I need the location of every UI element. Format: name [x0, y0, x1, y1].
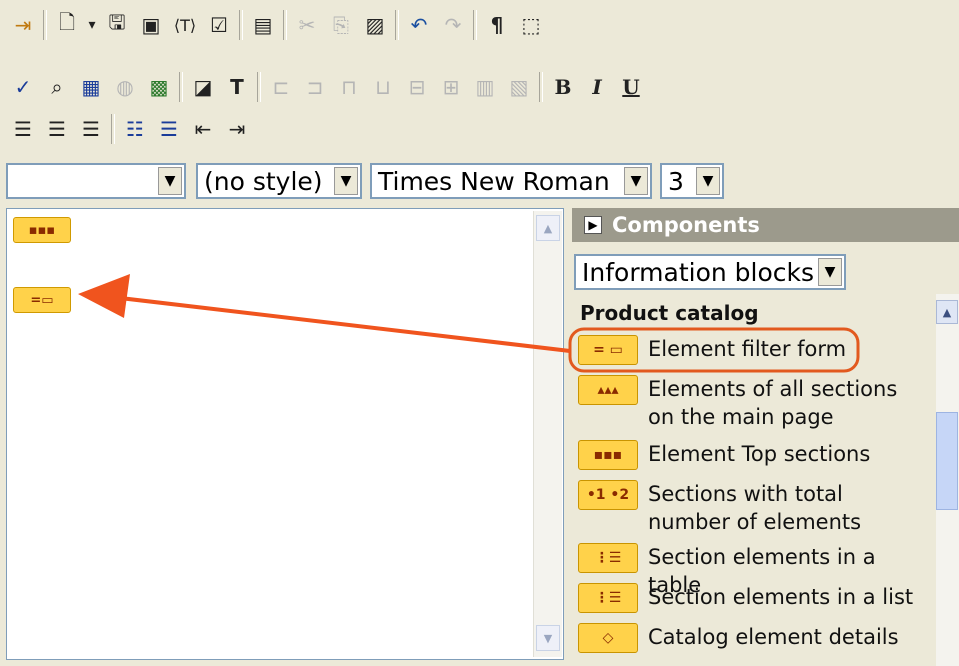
outdent-icon[interactable]: ⇤: [186, 112, 220, 146]
expand-icon[interactable]: ▶: [584, 216, 602, 234]
image-icon[interactable]: ▩: [142, 70, 176, 104]
group-title: Product catalog: [580, 301, 759, 325]
list-item-label: Catalog element details: [648, 625, 899, 649]
style-value: (no style): [204, 166, 323, 196]
toolbar-row-3: ☰ ☰ ☰ ☷ ☰ ⇤ ⇥: [6, 112, 254, 146]
diamond-icon: ◇: [578, 623, 638, 653]
indent-icon[interactable]: ⇥: [220, 112, 254, 146]
list-item-label: Section elements in a list: [648, 585, 914, 609]
list-item-label: Sections with total number of elements: [648, 482, 862, 534]
font-select[interactable]: Times New Roman ▼: [370, 163, 652, 199]
separator: [473, 10, 477, 40]
cut-icon[interactable]: ✂: [290, 8, 324, 42]
separator: [395, 10, 399, 40]
new-doc-icon[interactable]: 🗋: [50, 8, 84, 42]
align-right-icon[interactable]: ☰: [74, 112, 108, 146]
undo-icon[interactable]: ↶: [402, 8, 436, 42]
paragraph-icon[interactable]: ¶: [480, 8, 514, 42]
underline-button[interactable]: U: [614, 70, 648, 104]
components-scrollbar[interactable]: ▲: [936, 294, 959, 666]
italic-button[interactable]: I: [580, 70, 614, 104]
separator: [257, 72, 261, 102]
chevron-down-icon[interactable]: ▼: [158, 167, 182, 195]
list-item-label: Element filter form: [648, 337, 847, 361]
merge-cells-icon[interactable]: ▥: [468, 70, 502, 104]
bullet-list-icon[interactable]: ☰: [152, 112, 186, 146]
separator: [111, 114, 115, 144]
list-item-elements-all-sections[interactable]: ▴▴▴ Elements of all sections on the main…: [578, 375, 923, 431]
components-title: Components: [612, 213, 760, 237]
list-item-top-sections[interactable]: ▪▪▪ Element Top sections: [578, 440, 923, 470]
globe-icon[interactable]: ◍: [108, 70, 142, 104]
save-icon[interactable]: 🖫: [100, 8, 134, 42]
list-item-label: Elements of all sections on the main pag…: [648, 377, 898, 429]
numbered-sections-icon: •1 •2: [578, 480, 638, 510]
editor-scrollbar[interactable]: ▲ ▼: [533, 211, 562, 657]
separator: [239, 10, 243, 40]
scroll-down-icon[interactable]: ▼: [536, 625, 560, 651]
separator: [43, 10, 47, 40]
font-value: Times New Roman: [378, 166, 610, 196]
template-tag-icon[interactable]: ⟨T⟩: [168, 8, 202, 42]
insert-col-right-icon[interactable]: ⊐: [298, 70, 332, 104]
redo-icon[interactable]: ↷: [436, 8, 470, 42]
component-chip-top-sections[interactable]: ▪▪▪: [13, 217, 71, 243]
separator: [283, 10, 287, 40]
split-cells-icon[interactable]: ▧: [502, 70, 536, 104]
category-select[interactable]: Information blocks ▼: [574, 254, 846, 290]
separator: [539, 72, 543, 102]
list-icon: ⋮☰: [578, 583, 638, 613]
text-color-icon[interactable]: T: [220, 70, 254, 104]
show-borders-icon[interactable]: ⬚: [514, 8, 548, 42]
component-chip-filter-form[interactable]: =▭: [13, 287, 71, 313]
style-select[interactable]: (no style) ▼: [196, 163, 362, 199]
find-icon[interactable]: ⌕: [40, 70, 74, 104]
paste-icon[interactable]: ▨: [358, 8, 392, 42]
list-item-element-details[interactable]: ◇ Catalog element details: [578, 623, 923, 653]
copy-icon[interactable]: ⎘: [324, 8, 358, 42]
scroll-up-icon[interactable]: ▲: [536, 215, 560, 241]
separator: [179, 72, 183, 102]
editor-area[interactable]: ▪▪▪ =▭ ▲ ▼: [6, 208, 564, 660]
toolbar-row-2: ✓ ⌕ ▦ ◍ ▩ ◪ T ⊏ ⊐ ⊓ ⊔ ⊟ ⊞ ▥ ▧ B I U: [6, 70, 648, 104]
background-color-icon[interactable]: ◪: [186, 70, 220, 104]
insert-row-above-icon[interactable]: ⊓: [332, 70, 366, 104]
block-format-select[interactable]: ▼: [6, 163, 186, 199]
scroll-up-icon[interactable]: ▲: [936, 300, 958, 324]
list-item-element-filter-form[interactable]: = ▭ Element filter form: [578, 335, 923, 365]
category-value: Information blocks: [582, 257, 815, 287]
numbered-list-icon[interactable]: ☷: [118, 112, 152, 146]
delete-col-icon[interactable]: ⊟: [400, 70, 434, 104]
table-icon[interactable]: ▦: [74, 70, 108, 104]
exit-icon[interactable]: ⇥: [6, 8, 40, 42]
scroll-thumb[interactable]: [936, 412, 958, 510]
chevron-down-icon[interactable]: ▼: [624, 167, 648, 195]
delete-row-icon[interactable]: ⊞: [434, 70, 468, 104]
page-icon[interactable]: ▤: [246, 8, 280, 42]
top-sections-icon: ▪▪▪: [578, 440, 638, 470]
chevron-down-icon[interactable]: ▼: [334, 167, 358, 195]
list-table-icon: ⋮☰: [578, 543, 638, 573]
align-center-icon[interactable]: ☰: [40, 112, 74, 146]
size-value: 3: [668, 166, 684, 196]
chevron-down-icon[interactable]: ▼: [818, 258, 842, 286]
list-item-label: Element Top sections: [648, 442, 871, 466]
align-left-icon[interactable]: ☰: [6, 112, 40, 146]
bold-button[interactable]: B: [546, 70, 580, 104]
spellcheck-icon[interactable]: ✓: [6, 70, 40, 104]
insert-col-left-icon[interactable]: ⊏: [264, 70, 298, 104]
chevron-down-icon[interactable]: ▼: [696, 167, 720, 195]
components-header[interactable]: ▶ Components: [572, 208, 959, 242]
list-item-elements-list[interactable]: ⋮☰ Section elements in a list: [578, 583, 923, 613]
list-item-sections-total[interactable]: •1 •2 Sections with total number of elem…: [578, 480, 923, 536]
save-as-icon[interactable]: ▣: [134, 8, 168, 42]
dropdown-arrow-icon[interactable]: ▾: [84, 8, 100, 42]
filter-form-icon: = ▭: [578, 335, 638, 365]
size-select[interactable]: 3 ▼: [660, 163, 724, 199]
properties-icon[interactable]: ☑: [202, 8, 236, 42]
insert-row-below-icon[interactable]: ⊔: [366, 70, 400, 104]
pyramid-icon: ▴▴▴: [578, 375, 638, 405]
toolbar-row-1: ⇥ 🗋 ▾ 🖫 ▣ ⟨T⟩ ☑ ▤ ✂ ⎘ ▨ ↶ ↷ ¶ ⬚: [6, 8, 548, 42]
